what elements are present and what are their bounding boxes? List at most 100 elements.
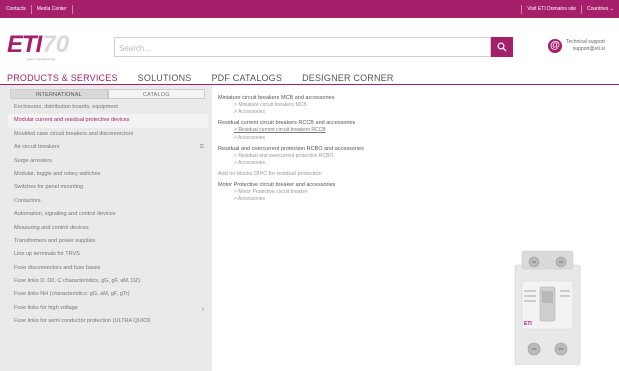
- subcategory-link[interactable]: > Accessories: [218, 196, 458, 203]
- product-brand-mark: ETI: [524, 321, 532, 327]
- subcategory-links: Miniature circuit breakers MCB and acces…: [218, 94, 458, 207]
- category-item[interactable]: Automation, signaling and control device…: [8, 208, 208, 221]
- media-center-link[interactable]: Media Center: [37, 6, 67, 12]
- contacts-link[interactable]: Contacts: [6, 6, 26, 12]
- category-label: Fuse disconnectors and fuse bases: [14, 264, 101, 271]
- subcategory-group: Motor Protective circuit breaker and acc…: [218, 181, 458, 203]
- subcategory-link[interactable]: > Accessories: [218, 160, 458, 167]
- category-label: Fuse links NH (characteristics: gG, aM, …: [14, 291, 130, 298]
- catalog-tabs: INTERNATIONAL CATALOG: [10, 89, 205, 99]
- category-item[interactable]: Fuse links NH (characteristics: gG, aM, …: [8, 288, 208, 301]
- subcategory-link-label: Miniature circuit breakers MCB: [238, 102, 307, 108]
- category-label: Fuse links D, D0, C characteristics, gG,…: [14, 278, 141, 285]
- nav-solutions[interactable]: SOLUTIONS: [138, 73, 192, 83]
- subcategory-link-label: Residual current circuit breakers RCCB: [238, 127, 326, 134]
- category-item[interactable]: Fuse disconnectors and fuse bases: [8, 262, 208, 275]
- support-email: support@eti.si: [572, 46, 605, 52]
- category-label: Measuring and control devices: [14, 224, 89, 231]
- chevron-right-icon[interactable]: ›: [201, 302, 204, 315]
- category-item[interactable]: Enclosures, distribution boards, equipme…: [8, 101, 208, 114]
- top-bar-right: Visit ETI Domains site Countries ⌄: [516, 0, 614, 18]
- technical-support[interactable]: @ Technical support support@eti.si: [548, 39, 605, 53]
- subcategory-link-label: Accessories: [238, 109, 265, 116]
- subcategory-link[interactable]: > Motor Protective circuit breaker: [218, 189, 458, 196]
- subcategory-link[interactable]: > Miniature circuit breakers MCB: [218, 102, 458, 109]
- category-item[interactable]: Air circuit breakers ⧉: [8, 141, 208, 154]
- top-bar: Contacts Media Center Visit ETI Domains …: [0, 0, 619, 18]
- subcategory-link[interactable]: > Accessories: [218, 135, 458, 142]
- category-label: Modular, toggle and rotary switches: [14, 170, 101, 177]
- category-item[interactable]: Line up terminals for TRVS: [8, 248, 208, 261]
- main-nav: PRODUCTS & SERVICES SOLUTIONS PDF CATALO…: [7, 71, 414, 85]
- category-label: Contactors: [14, 197, 41, 204]
- search-box: [114, 37, 491, 58]
- subcategory-group: Miniature circuit breakers MCB and acces…: [218, 94, 458, 116]
- search-input[interactable]: [115, 39, 490, 58]
- subcategory-link-label: Motor Protective circuit breaker: [238, 189, 308, 196]
- subcategory-group: Residual and overcurrent protection RCBO…: [218, 145, 458, 167]
- external-link-icon[interactable]: ⧉: [200, 141, 204, 154]
- category-label: Enclosures, distribution boards, equipme…: [14, 104, 118, 110]
- support-title: Technical support: [566, 39, 605, 45]
- subcategory-heading[interactable]: Miniature circuit breakers MCB and acces…: [218, 94, 458, 102]
- domains-site-link[interactable]: Visit ETI Domains site: [527, 6, 576, 12]
- rccb-product-image: ETI: [514, 250, 581, 365]
- subcategory-link-label: Accessories: [238, 196, 265, 203]
- subcategory-link[interactable]: > Residual and overcurrent protection RC…: [218, 153, 458, 160]
- subcategory-heading[interactable]: Residual and overcurrent protection RCBO…: [218, 145, 458, 153]
- subcategory-link[interactable]: > Residual current circuit breakers RCCB: [218, 127, 458, 134]
- logo-brand: ETI: [7, 31, 42, 58]
- category-item[interactable]: Fuse links D, D0, C characteristics, gG,…: [8, 275, 208, 288]
- nav-products-services[interactable]: PRODUCTS & SERVICES: [7, 73, 118, 83]
- category-label: Air circuit breakers: [14, 144, 60, 151]
- chevron-down-icon: ⌄: [609, 6, 614, 12]
- subcategory-link-label: Accessories: [238, 134, 265, 141]
- eti-logo[interactable]: ETI 70 years of good energy: [7, 31, 70, 62]
- category-label: Modular current and residual protective …: [14, 117, 130, 124]
- category-item[interactable]: Modular, toggle and rotary switches: [8, 168, 208, 181]
- search-icon: [497, 42, 507, 52]
- top-bar-divider: [71, 4, 73, 14]
- category-item[interactable]: Moulded case circuit breakers and discon…: [8, 128, 208, 141]
- category-label: Fuse links for semi conductor protection…: [14, 318, 151, 325]
- category-label: Fuse links for high voltage: [14, 304, 78, 311]
- top-bar-divider: [521, 4, 523, 14]
- support-text: Technical support support@eti.si: [566, 39, 605, 53]
- category-list: Enclosures, distribution boards, equipme…: [8, 101, 208, 329]
- logo-anniversary: 70: [42, 31, 70, 58]
- subcategory-group: Add on blocks DIPC for residual protecti…: [218, 170, 458, 178]
- subcategory-heading[interactable]: Motor Protective circuit breaker and acc…: [218, 181, 458, 189]
- category-label: Moulded case circuit breakers and discon…: [14, 130, 134, 137]
- top-bar-divider: [581, 4, 582, 14]
- countries-label: Countries: [587, 6, 609, 12]
- category-item[interactable]: Measuring and control devices: [8, 222, 208, 235]
- category-label: Transformers and power supplies: [14, 237, 96, 244]
- category-item[interactable]: Contactors: [8, 195, 208, 208]
- category-item[interactable]: Modular current and residual protective …: [8, 114, 208, 128]
- subcategory-link-label: Residual and overcurrent protection RCBO: [238, 152, 334, 159]
- category-item[interactable]: Fuse links for high voltage ›: [8, 302, 208, 315]
- category-label: Line up terminals for TRVS: [14, 251, 80, 258]
- category-label: Switches for panel mounting: [14, 184, 84, 191]
- subcategory-heading[interactable]: Add on blocks DIPC for residual protecti…: [218, 170, 458, 178]
- subcategory-heading[interactable]: Residual current circuit breakers RCCB a…: [218, 119, 458, 127]
- subcategory-link[interactable]: > Accessories: [218, 109, 458, 116]
- nav-designer-corner[interactable]: DESIGNER CORNER: [302, 73, 394, 83]
- top-bar-divider: [30, 4, 32, 14]
- subcategory-link-label: Accessories: [238, 160, 265, 167]
- subcategory-group: Residual current circuit breakers RCCB a…: [218, 119, 458, 141]
- countries-dropdown[interactable]: Countries ⌄: [587, 6, 614, 12]
- tab-international[interactable]: INTERNATIONAL: [10, 89, 108, 99]
- tab-catalog[interactable]: CATALOG: [107, 89, 205, 99]
- at-sign-icon: @: [548, 39, 562, 53]
- category-item[interactable]: Surge arresters: [8, 155, 208, 168]
- nav-pdf-catalogs[interactable]: PDF CATALOGS: [211, 73, 282, 83]
- search-button[interactable]: [491, 37, 513, 57]
- category-item[interactable]: Fuse links for semi conductor protection…: [8, 315, 208, 328]
- category-label: Surge arresters: [14, 157, 52, 164]
- category-item[interactable]: Switches for panel mounting: [8, 181, 208, 194]
- logo-tagline: years of good energy: [27, 57, 56, 61]
- top-bar-left: Contacts Media Center: [6, 0, 78, 18]
- category-label: Automation, signaling and control device…: [14, 211, 116, 218]
- category-item[interactable]: Transformers and power supplies: [8, 235, 208, 248]
